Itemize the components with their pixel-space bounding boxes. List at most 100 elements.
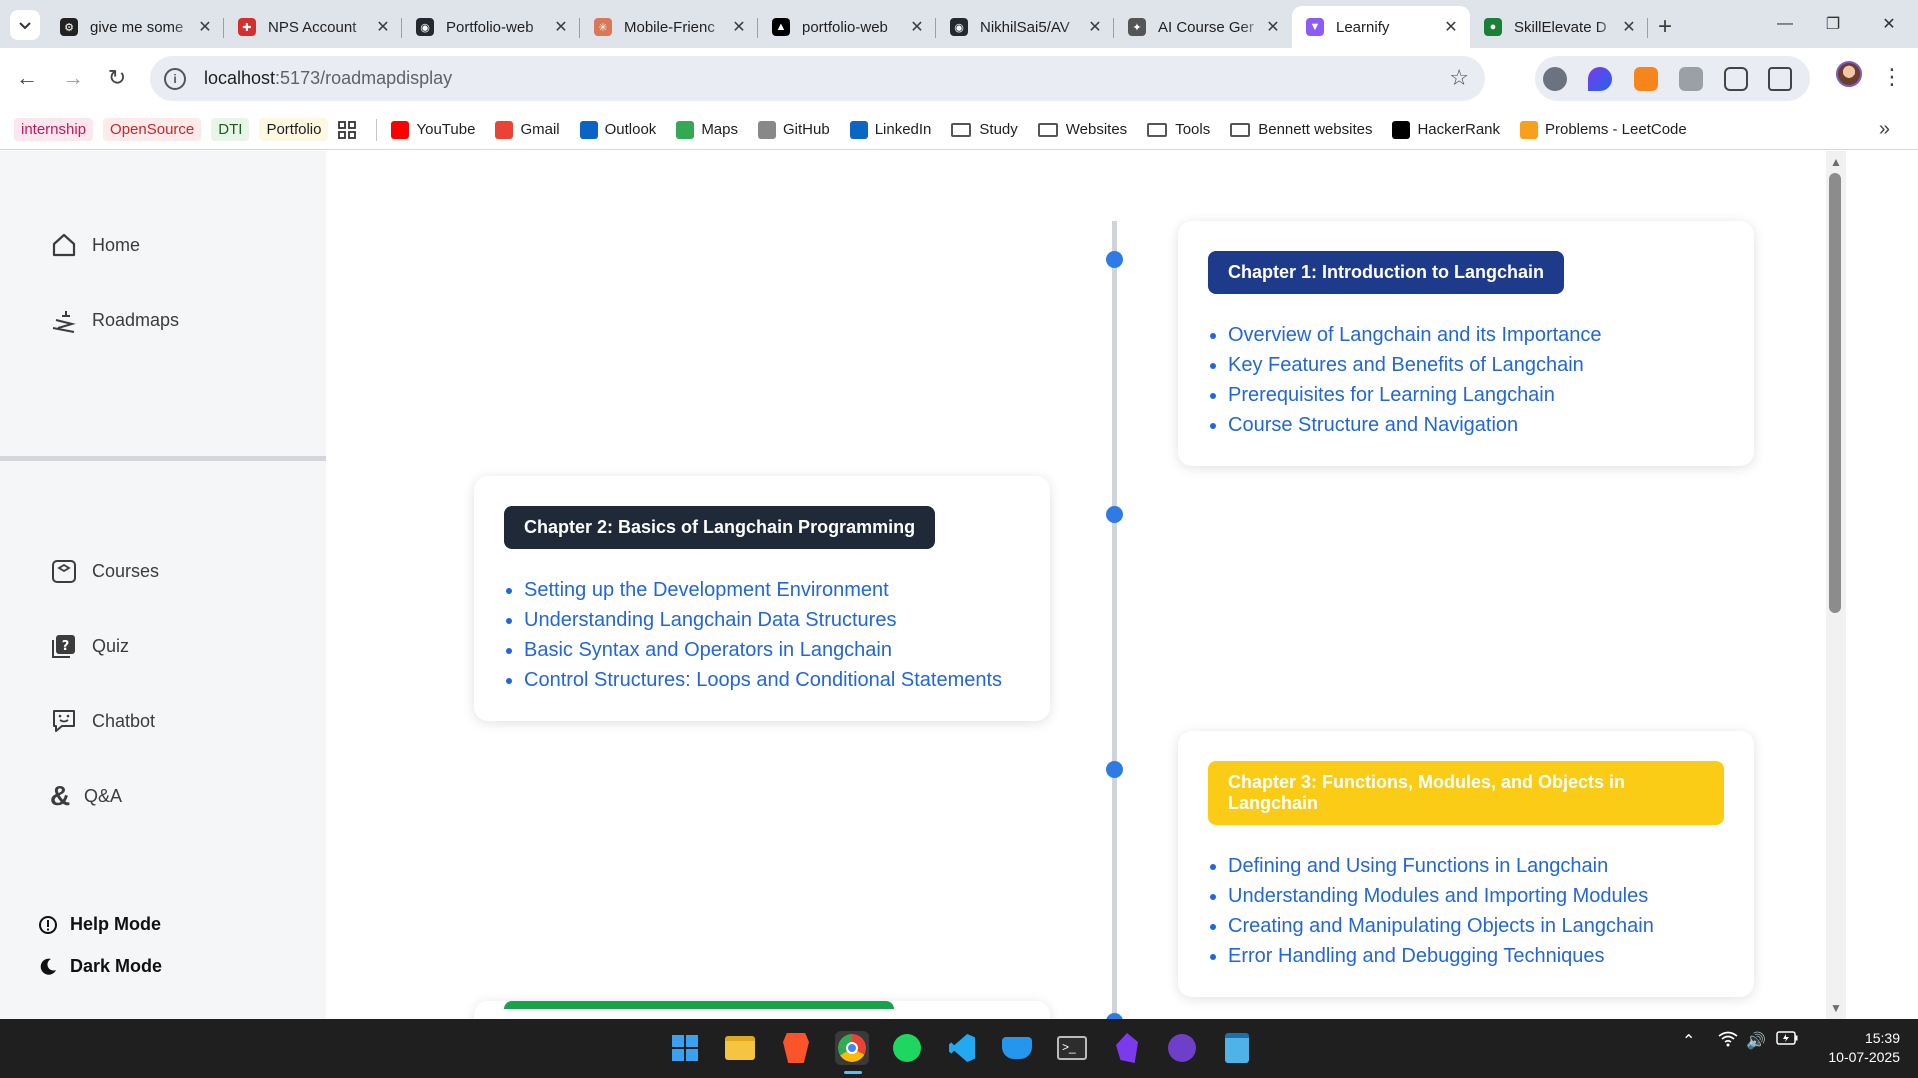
bookmark-link[interactable]: LinkedIn bbox=[849, 120, 931, 139]
topic-item[interactable]: Prerequisites for Learning Langchain bbox=[1228, 380, 1724, 410]
brave-browser-icon[interactable] bbox=[779, 1031, 813, 1065]
topic-item[interactable]: Basic Syntax and Operators in Langchain bbox=[524, 635, 1020, 665]
volume-icon[interactable]: 🔊 bbox=[1746, 1031, 1766, 1051]
windows-start-icon[interactable] bbox=[668, 1031, 702, 1065]
bookmark-link[interactable]: Problems - LeetCode bbox=[1520, 120, 1687, 139]
sidebar-item-qa[interactable]: & Q&A bbox=[50, 780, 122, 812]
bookmark-link[interactable]: Maps bbox=[676, 120, 738, 139]
bookmarks-overflow-icon[interactable]: » bbox=[1879, 118, 1890, 141]
forward-button[interactable]: → bbox=[56, 61, 90, 95]
battery-icon[interactable] bbox=[1776, 1031, 1798, 1050]
new-tab-button[interactable]: + bbox=[1648, 6, 1682, 48]
browser-tab[interactable]: ◉ Portfolio-web ✕ bbox=[402, 6, 580, 48]
tab-close-icon[interactable]: ✕ bbox=[374, 18, 392, 36]
topic-link[interactable]: Basic Syntax and Operators in Langchain bbox=[524, 639, 892, 661]
scrollbar-thumb[interactable] bbox=[1829, 173, 1841, 613]
site-info-icon[interactable]: i bbox=[164, 67, 186, 90]
topic-item[interactable]: Creating and Manipulating Objects in Lan… bbox=[1228, 911, 1724, 941]
spotify-icon[interactable] bbox=[890, 1031, 924, 1065]
obsidian-icon[interactable] bbox=[1110, 1031, 1144, 1065]
topic-item[interactable]: Course Structure and Navigation bbox=[1228, 410, 1724, 440]
tab-close-icon[interactable]: ✕ bbox=[1264, 18, 1282, 36]
topic-link[interactable]: Creating and Manipulating Objects in Lan… bbox=[1228, 915, 1654, 937]
topic-item[interactable]: Understanding Modules and Importing Modu… bbox=[1228, 881, 1724, 911]
topic-link[interactable]: Course Structure and Navigation bbox=[1228, 414, 1518, 436]
bookmark-star-icon[interactable]: ☆ bbox=[1449, 65, 1469, 91]
browser-tab[interactable]: ◉ NikhilSai5/AV ✕ bbox=[936, 6, 1114, 48]
bookmark-folder[interactable]: Bennett websites bbox=[1230, 121, 1372, 138]
browser-tab[interactable]: ▼ Learnify ✕ bbox=[1292, 6, 1470, 48]
sidebar-item-chatbot[interactable]: Chatbot bbox=[50, 707, 155, 735]
topic-link[interactable]: Setting up the Development Environment bbox=[524, 579, 889, 601]
sidebar-item-roadmaps[interactable]: Roadmaps bbox=[50, 306, 179, 334]
browser-tab[interactable]: ● SkillElevate D ✕ bbox=[1470, 6, 1648, 48]
dark-mode-toggle[interactable]: Dark Mode bbox=[38, 956, 162, 977]
topic-link[interactable]: Overview of Langchain and its Importance bbox=[1228, 324, 1602, 346]
bookmark-folder[interactable]: Websites bbox=[1037, 121, 1127, 138]
browser-tab[interactable]: ✚ NPS Account ✕ bbox=[224, 6, 402, 48]
bookmark-link[interactable]: YouTube bbox=[391, 120, 475, 139]
tab-close-icon[interactable]: ✕ bbox=[196, 18, 214, 36]
topic-link[interactable]: Control Structures: Loops and Conditiona… bbox=[524, 669, 1002, 691]
chrome-icon[interactable] bbox=[835, 1031, 869, 1065]
topic-item[interactable]: Overview of Langchain and its Importance bbox=[1228, 320, 1724, 350]
bookmark-folder[interactable]: Tools bbox=[1147, 121, 1210, 138]
picture-in-picture-icon[interactable] bbox=[1724, 67, 1748, 91]
sidebar-item-home[interactable]: Home bbox=[50, 231, 140, 259]
file-explorer-icon[interactable] bbox=[723, 1031, 757, 1065]
extension-blocker-icon[interactable] bbox=[1543, 67, 1567, 91]
system-clock[interactable]: 15:39 10-07-2025 bbox=[1828, 1029, 1900, 1067]
topic-link[interactable]: Understanding Langchain Data Structures bbox=[524, 609, 896, 631]
topic-item[interactable]: Understanding Langchain Data Structures bbox=[524, 605, 1020, 635]
bookmark-link[interactable]: Outlook bbox=[579, 120, 656, 139]
scroll-up-arrow-icon[interactable]: ▲ bbox=[1828, 155, 1844, 169]
reload-button[interactable]: ↻ bbox=[100, 61, 134, 95]
topic-item[interactable]: Control Structures: Loops and Conditiona… bbox=[524, 665, 1020, 695]
browser-tab[interactable]: ▲ portfolio-web ✕ bbox=[758, 6, 936, 48]
extensions-puzzle-icon[interactable] bbox=[1768, 67, 1792, 91]
help-mode-toggle[interactable]: Help Mode bbox=[38, 914, 161, 935]
topic-item[interactable]: Setting up the Development Environment bbox=[524, 575, 1020, 605]
metamask-icon[interactable] bbox=[1634, 67, 1658, 91]
bookmark-link[interactable]: GitHub bbox=[758, 120, 830, 139]
address-bar[interactable]: i localhost:5173/roadmapdisplay ☆ bbox=[150, 56, 1485, 101]
tab-close-icon[interactable]: ✕ bbox=[1442, 18, 1460, 36]
bookmark-link[interactable]: Gmail bbox=[495, 120, 560, 139]
topic-link[interactable]: Defining and Using Functions in Langchai… bbox=[1228, 855, 1608, 877]
tab-close-icon[interactable]: ✕ bbox=[908, 18, 926, 36]
back-button[interactable]: ← bbox=[10, 61, 44, 95]
tab-close-icon[interactable]: ✕ bbox=[552, 18, 570, 36]
browser-tab[interactable]: ✦ AI Course Ger ✕ bbox=[1114, 6, 1292, 48]
topic-link[interactable]: Error Handling and Debugging Techniques bbox=[1228, 945, 1605, 967]
apps-grid-icon[interactable] bbox=[338, 120, 357, 139]
browser-menu-button[interactable]: ⋮ bbox=[1880, 60, 1904, 94]
profile-avatar[interactable] bbox=[1836, 61, 1862, 87]
extension-media-icon[interactable] bbox=[1679, 67, 1703, 91]
wifi-icon[interactable] bbox=[1718, 1031, 1738, 1052]
topic-link[interactable]: Key Features and Benefits of Langchain bbox=[1228, 354, 1584, 376]
sidebar-item-quiz[interactable]: ? Quiz bbox=[50, 632, 129, 660]
bookmark-chip[interactable]: internship bbox=[14, 118, 94, 141]
close-window-button[interactable]: ✕ bbox=[1860, 0, 1918, 48]
vscode-icon[interactable] bbox=[945, 1031, 979, 1065]
bookmark-chip[interactable]: DTI bbox=[211, 118, 250, 141]
docker-icon[interactable] bbox=[1000, 1031, 1034, 1065]
tab-close-icon[interactable]: ✕ bbox=[1620, 18, 1638, 36]
github-desktop-icon[interactable] bbox=[1165, 1031, 1199, 1065]
browser-tab[interactable]: ✳ Mobile-Frienc ✕ bbox=[580, 6, 758, 48]
topic-link[interactable]: Understanding Modules and Importing Modu… bbox=[1228, 885, 1648, 907]
sidebar-item-courses[interactable]: Courses bbox=[50, 557, 159, 585]
tray-overflow-icon[interactable]: ⌃ bbox=[1682, 1031, 1695, 1051]
notepad-icon[interactable] bbox=[1220, 1031, 1254, 1065]
extension-flame-icon[interactable] bbox=[1588, 67, 1612, 91]
bookmark-chip[interactable]: OpenSource bbox=[103, 118, 202, 141]
scroll-down-arrow-icon[interactable]: ▼ bbox=[1828, 1001, 1844, 1015]
tab-close-icon[interactable]: ✕ bbox=[1086, 18, 1104, 36]
topic-item[interactable]: Error Handling and Debugging Techniques bbox=[1228, 941, 1724, 971]
terminal-icon[interactable]: >_ bbox=[1055, 1031, 1089, 1065]
tab-search-button[interactable] bbox=[10, 10, 40, 40]
maximize-button[interactable]: ❐ bbox=[1804, 0, 1862, 48]
bookmark-chip[interactable]: Portfolio bbox=[259, 118, 329, 141]
bookmark-link[interactable]: HackerRank bbox=[1392, 120, 1500, 139]
topic-item[interactable]: Defining and Using Functions in Langchai… bbox=[1228, 851, 1724, 881]
